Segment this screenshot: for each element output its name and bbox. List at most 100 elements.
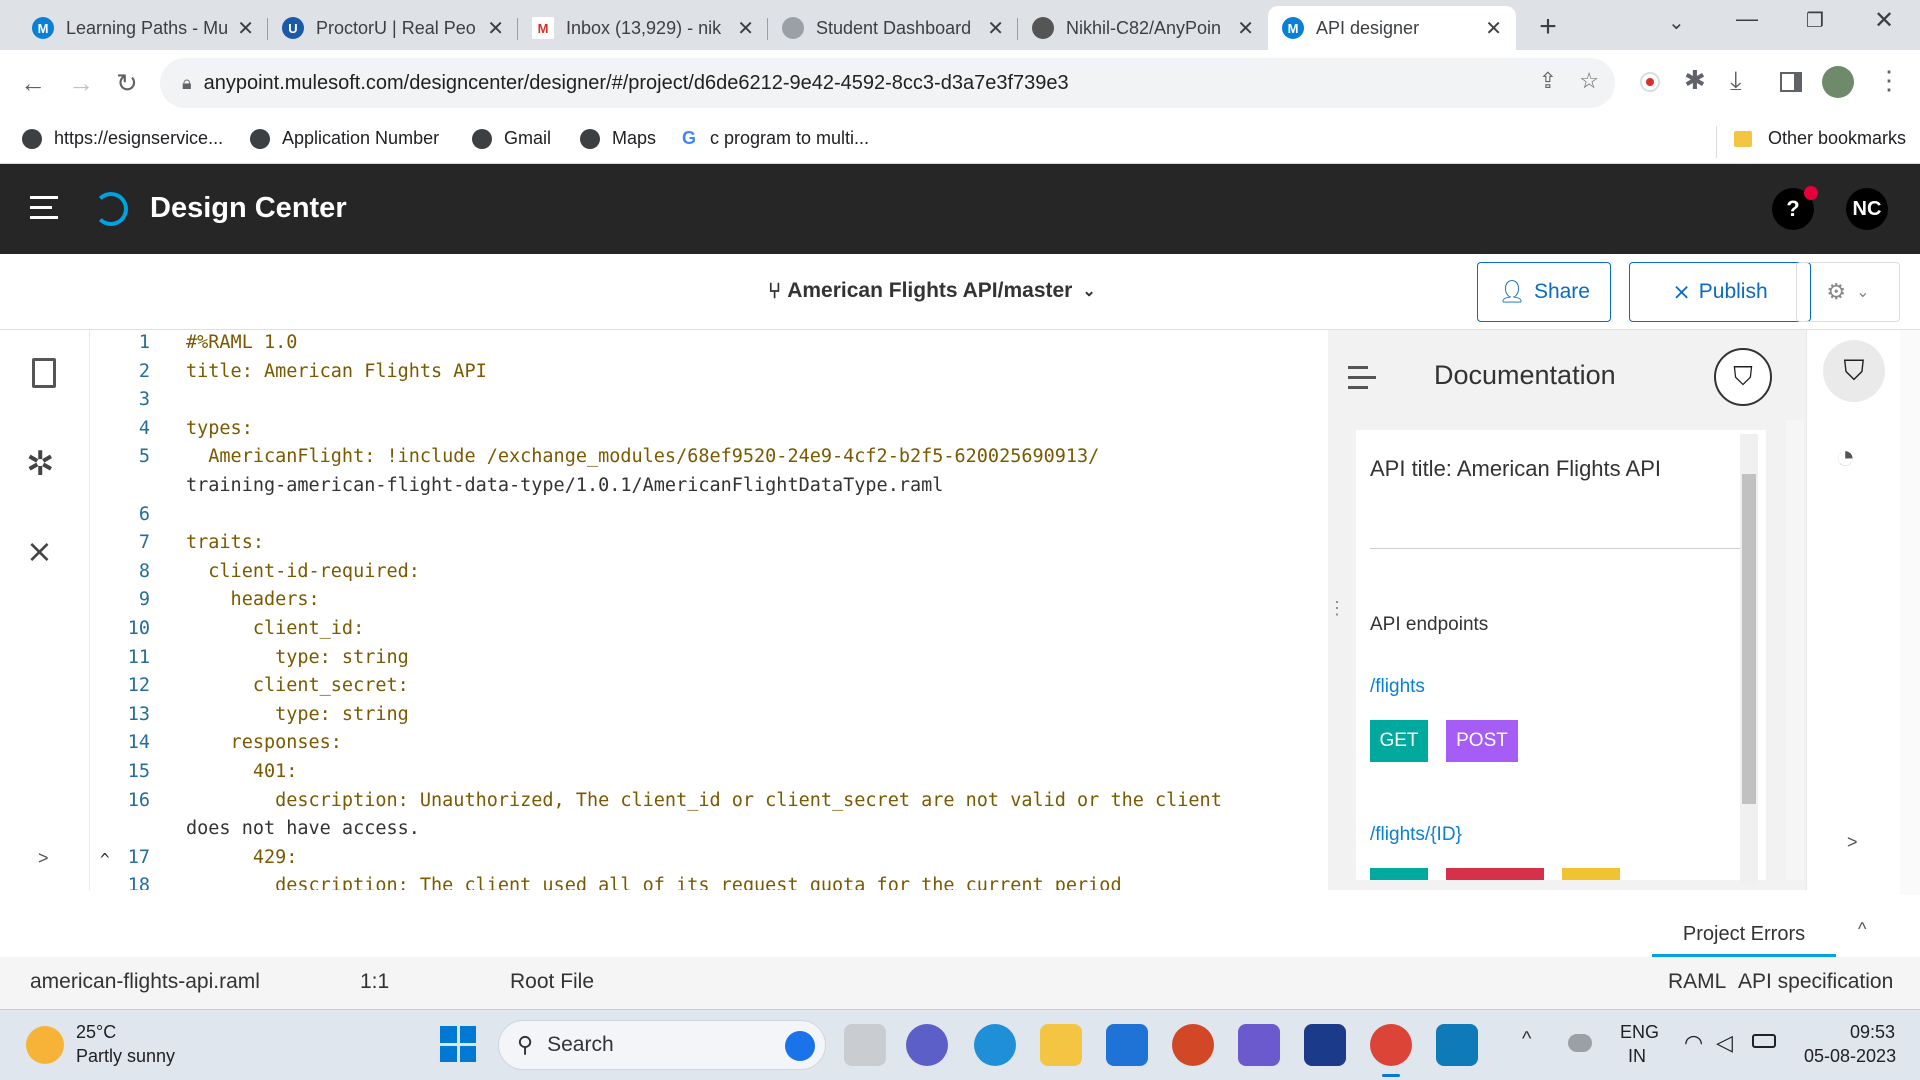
battery-icon[interactable]: [1752, 1034, 1776, 1048]
close-icon[interactable]: ✕: [1237, 16, 1254, 41]
documentation-book-icon[interactable]: ⛉: [1823, 340, 1885, 402]
project-errors-tab[interactable]: Project Errors: [1652, 923, 1836, 957]
close-icon[interactable]: ✕: [1485, 16, 1502, 41]
panel-scrollbar[interactable]: [1786, 420, 1804, 880]
taskbar-search[interactable]: ⚲ Search: [498, 1020, 826, 1070]
webex-icon[interactable]: [1304, 1024, 1346, 1066]
bookmark-maps[interactable]: Maps: [580, 128, 656, 149]
bookmark-esign[interactable]: https://esignservice...: [22, 128, 223, 149]
method-patch-badge[interactable]: [1562, 868, 1620, 880]
endpoint-link[interactable]: /flights/{ID}: [1370, 824, 1462, 846]
resize-handle-icon[interactable]: ⋮: [1328, 598, 1346, 619]
code-line[interactable]: #%RAML 1.0: [186, 332, 297, 353]
bookmark-c-program[interactable]: Gc program to multi...: [682, 128, 869, 149]
code-line[interactable]: types:: [186, 418, 253, 439]
bookmark-other[interactable]: Other bookmarks: [1734, 128, 1906, 149]
method-get-badge[interactable]: GET: [1370, 720, 1428, 762]
method-post-badge[interactable]: POST: [1446, 720, 1518, 762]
code-line[interactable]: client-id-required:: [186, 561, 420, 582]
code-line[interactable]: description: Unauthorized, The client_id…: [186, 790, 1222, 811]
code-line[interactable]: AmericanFlight: !include /exchange_modul…: [186, 446, 1099, 467]
task-view-icon[interactable]: [844, 1024, 886, 1066]
code-line[interactable]: 429:: [186, 847, 298, 868]
endpoint-link[interactable]: /flights: [1370, 676, 1425, 698]
profile-avatar[interactable]: [1822, 66, 1854, 98]
back-icon[interactable]: ←: [20, 67, 46, 99]
chrome-icon[interactable]: [1370, 1024, 1412, 1066]
menu-dots-icon[interactable]: ⋮: [1876, 64, 1902, 96]
copilot-icon[interactable]: [1238, 1024, 1280, 1066]
bookmark-star-icon[interactable]: ☆: [1579, 68, 1599, 94]
chevron-up-icon[interactable]: ^: [1522, 1028, 1531, 1051]
security-shield-icon[interactable]: ⛉: [1714, 348, 1772, 406]
extensions-icon[interactable]: ✱: [1684, 64, 1706, 96]
mocking-service-icon[interactable]: ◔: [1835, 438, 1856, 477]
tab-github[interactable]: Nikhil-C82/AnyPoin ✕: [1018, 6, 1268, 50]
vscode-icon[interactable]: [1436, 1024, 1478, 1066]
bookmark-application-number[interactable]: Application Number: [250, 128, 439, 149]
code-line[interactable]: client_secret:: [186, 675, 409, 696]
restore-icon[interactable]: ❐: [1806, 8, 1824, 33]
side-panel-icon[interactable]: [1780, 72, 1802, 92]
user-avatar[interactable]: NC: [1846, 188, 1888, 230]
code-line[interactable]: headers:: [186, 589, 320, 610]
code-line[interactable]: training-american-flight-data-type/1.0.1…: [186, 475, 943, 496]
window-close-icon[interactable]: ✕: [1874, 6, 1894, 35]
code-line[interactable]: type: string: [186, 704, 409, 725]
doc-scrollbar[interactable]: [1740, 434, 1758, 884]
wifi-icon[interactable]: ◠: [1684, 1030, 1703, 1056]
close-icon[interactable]: ✕: [987, 16, 1004, 41]
exchange-dependencies-icon[interactable]: ⨯: [26, 532, 53, 570]
minimize-icon[interactable]: —: [1736, 6, 1758, 32]
settings-dropdown[interactable]: ⚙ ⌄: [1796, 262, 1900, 322]
edge-icon[interactable]: [974, 1024, 1016, 1066]
reload-icon[interactable]: ↻: [116, 67, 138, 99]
code-line[interactable]: traits:: [186, 532, 264, 553]
api-graph-icon[interactable]: ✲: [26, 444, 55, 484]
powerpoint-icon[interactable]: [1172, 1024, 1214, 1066]
tab-student-dashboard[interactable]: Student Dashboard ✕: [768, 6, 1018, 50]
tab-learning-paths[interactable]: M Learning Paths - Mu ✕: [18, 6, 268, 50]
chevron-up-icon[interactable]: ^: [1858, 919, 1866, 940]
code-line[interactable]: 401:: [186, 761, 298, 782]
tab-api-designer[interactable]: M API designer ✕: [1268, 6, 1516, 50]
download-icon[interactable]: ⤓: [1730, 64, 1742, 96]
mail-icon[interactable]: [1106, 1024, 1148, 1066]
code-line[interactable]: responses:: [186, 732, 342, 753]
hamburger-menu-icon[interactable]: [30, 196, 58, 219]
share-page-icon[interactable]: ⇪: [1539, 68, 1557, 94]
expand-sidebar-icon[interactable]: >: [38, 848, 49, 869]
branch-selector[interactable]: ⑂ American Flights API/master ⌄: [768, 278, 1096, 304]
code-line[interactable]: type: string: [186, 647, 409, 668]
teams-icon[interactable]: [906, 1024, 948, 1066]
expand-panel-icon[interactable]: >: [1847, 832, 1858, 853]
volume-icon[interactable]: ◁: [1716, 1030, 1733, 1056]
record-extension-icon[interactable]: [1640, 72, 1660, 92]
code-line[interactable]: does not have access.: [186, 818, 420, 839]
close-icon[interactable]: ✕: [487, 16, 504, 41]
region-code[interactable]: IN: [1628, 1046, 1646, 1067]
code-line[interactable]: description: The client used all of its …: [186, 875, 1122, 890]
fold-icon[interactable]: ^: [100, 850, 110, 869]
bookmark-gmail[interactable]: Gmail: [472, 128, 551, 149]
language-code[interactable]: ENG: [1620, 1022, 1659, 1043]
code-editor[interactable]: 1 #%RAML 1.0 2 title: American Flights API 3…: [90, 330, 1328, 890]
tab-proctoru[interactable]: U ProctorU | Real Peo ✕: [268, 6, 518, 50]
page-scrollbar[interactable]: [1900, 330, 1920, 895]
new-tab-button[interactable]: +: [1528, 8, 1568, 48]
code-line[interactable]: title: American Flights API: [186, 361, 487, 382]
clock-time[interactable]: 09:53: [1850, 1022, 1895, 1043]
forward-icon[interactable]: →: [68, 67, 94, 99]
publish-button[interactable]: ⨯ Publish: [1629, 262, 1811, 322]
close-icon[interactable]: ✕: [737, 16, 754, 41]
share-button[interactable]: 👤︎ Share: [1477, 262, 1611, 322]
weather-icon[interactable]: [26, 1026, 64, 1064]
close-icon[interactable]: ✕: [237, 16, 254, 41]
files-icon[interactable]: [32, 358, 56, 388]
tab-gmail[interactable]: M Inbox (13,929) - nik ✕: [518, 6, 768, 50]
clock-date[interactable]: 05-08-2023: [1804, 1046, 1896, 1067]
tab-search-icon[interactable]: ⌄: [1668, 10, 1685, 35]
start-icon[interactable]: [440, 1026, 476, 1062]
toc-icon[interactable]: [1348, 366, 1378, 389]
address-bar[interactable]: 🔒︎ anypoint.mulesoft.com/designcenter/de…: [160, 58, 1615, 108]
